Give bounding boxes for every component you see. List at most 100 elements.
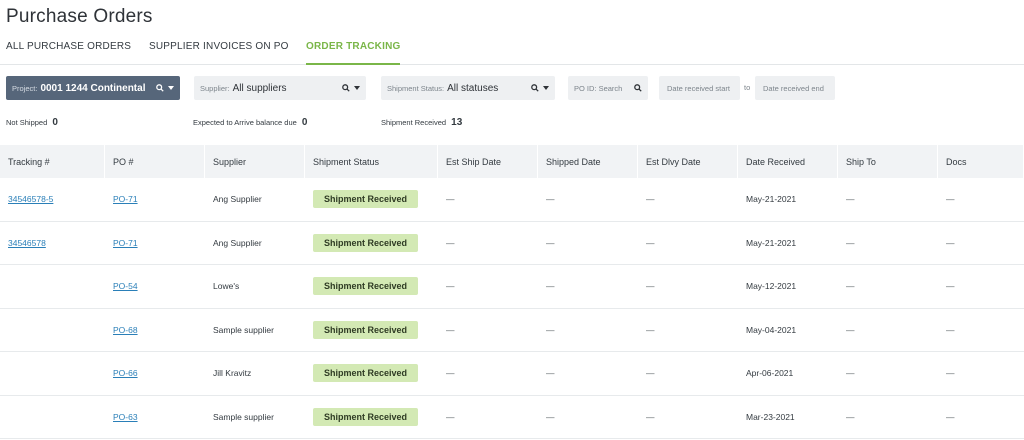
docs-cell: — (946, 281, 955, 292)
column-header-date-received[interactable]: Date Received (738, 145, 838, 178)
column-header-tracking[interactable]: Tracking # (0, 145, 105, 178)
search-icon[interactable] (342, 84, 350, 92)
table-row[interactable]: PO-54 Lowe's Shipment Received — — — May… (0, 265, 1024, 309)
tracking-number-link[interactable]: 34546578 (8, 238, 46, 248)
shipment-status-badge[interactable]: Shipment Received (313, 320, 419, 339)
date-received-cell: May-21-2021 (746, 194, 797, 205)
caret-down-icon[interactable] (168, 86, 174, 90)
tab-order-tracking[interactable]: ORDER TRACKING (306, 41, 401, 65)
po-number-link[interactable]: PO-54 (113, 281, 138, 291)
est-dlvy-date-cell: — (646, 411, 655, 422)
table-row[interactable]: 34546578-5 PO-71 Ang Supplier Shipment R… (0, 178, 1024, 222)
summary-received-label: Shipment Received (381, 118, 447, 127)
page-title: Purchase Orders (6, 6, 153, 27)
tab-supplier-invoices-on-po[interactable]: SUPPLIER INVOICES ON PO (149, 41, 289, 65)
po-number-link[interactable]: PO-66 (113, 368, 138, 378)
supplier-cell: Jill Kravitz (213, 368, 252, 379)
est-ship-date-cell: — (446, 368, 455, 379)
shipped-date-cell: — (546, 194, 555, 205)
date-received-start-input[interactable]: Date received start (659, 76, 740, 100)
est-ship-date-cell: — (446, 324, 455, 335)
docs-cell: — (946, 237, 955, 248)
shipment-status-badge[interactable]: Shipment Received (313, 233, 419, 252)
search-icon[interactable] (531, 84, 539, 92)
supplier-cell: Sample supplier (213, 411, 274, 422)
po-number-link[interactable]: PO-71 (113, 194, 138, 204)
date-received-cell: May-21-2021 (746, 237, 797, 248)
supplier-filter[interactable]: Supplier: All suppliers (194, 76, 366, 100)
column-header-shipment-status[interactable]: Shipment Status (305, 145, 438, 178)
supplier-cell: Ang Supplier (213, 194, 262, 205)
est-dlvy-date-cell: — (646, 237, 655, 248)
date-received-cell: Mar-23-2021 (746, 411, 795, 422)
tab-all-purchase-orders[interactable]: ALL PURCHASE ORDERS (6, 41, 131, 65)
column-header-est-dlvy-date[interactable]: Est Dlvy Date (638, 145, 738, 178)
order-tracking-table: Tracking # PO # Supplier Shipment Status… (0, 145, 1024, 439)
date-received-cell: May-04-2021 (746, 324, 797, 335)
column-header-supplier[interactable]: Supplier (205, 145, 305, 178)
table-row[interactable]: PO-68 Sample supplier Shipment Received … (0, 309, 1024, 352)
supplier-filter-label: Supplier: (200, 83, 230, 93)
column-header-shipped-date[interactable]: Shipped Date (538, 145, 638, 178)
supplier-filter-value: All suppliers (232, 82, 287, 94)
shipped-date-cell: — (546, 324, 555, 335)
summary-expected-label: Expected to Arrive balance due (193, 118, 297, 127)
summary-not-shipped-value: 0 (52, 117, 58, 128)
date-received-end-input[interactable]: Date received end (755, 76, 835, 100)
tracking-number-link[interactable]: 34546578-5 (8, 194, 53, 204)
project-filter[interactable]: Project: 0001 1244 Continental (6, 76, 180, 100)
column-header-ship-to[interactable]: Ship To (838, 145, 938, 178)
shipped-date-cell: — (546, 368, 555, 379)
po-id-search-placeholder: PO ID: Search (574, 83, 623, 93)
caret-down-icon[interactable] (354, 86, 360, 90)
shipment-status-badge[interactable]: Shipment Received (313, 407, 419, 426)
summary-received: Shipment Received 13 (381, 117, 462, 128)
po-number-link[interactable]: PO-71 (113, 238, 138, 248)
est-dlvy-date-cell: — (646, 324, 655, 335)
search-icon[interactable] (156, 84, 164, 92)
po-number-link[interactable]: PO-63 (113, 412, 138, 422)
docs-cell: — (946, 411, 955, 422)
column-header-est-ship-date[interactable]: Est Ship Date (438, 145, 538, 178)
shipment-status-badge[interactable]: Shipment Received (313, 190, 419, 209)
shipment-status-badge[interactable]: Shipment Received (313, 277, 419, 296)
project-filter-label: Project: (12, 83, 38, 93)
table-row[interactable]: 34546578 PO-71 Ang Supplier Shipment Rec… (0, 222, 1024, 265)
ship-to-cell: — (846, 281, 855, 292)
table-row[interactable]: PO-63 Sample supplier Shipment Received … (0, 396, 1024, 439)
date-range-to-label: to (744, 83, 751, 92)
shipment-status-filter-label: Shipment Status: (387, 83, 445, 93)
summary-not-shipped: Not Shipped 0 (6, 117, 58, 128)
po-id-search-input[interactable]: PO ID: Search (568, 76, 648, 100)
shipped-date-cell: — (546, 411, 555, 422)
est-dlvy-date-cell: — (646, 368, 655, 379)
shipped-date-cell: — (546, 237, 555, 248)
ship-to-cell: — (846, 237, 855, 248)
shipment-status-filter[interactable]: Shipment Status: All statuses (381, 76, 555, 100)
filter-bar: Project: 0001 1244 Continental Supplier:… (0, 76, 1024, 100)
ship-to-cell: — (846, 194, 855, 205)
est-dlvy-date-cell: — (646, 281, 655, 292)
est-dlvy-date-cell: — (646, 194, 655, 205)
ship-to-cell: — (846, 324, 855, 335)
shipped-date-cell: — (546, 281, 555, 292)
ship-to-cell: — (846, 368, 855, 379)
supplier-cell: Sample supplier (213, 324, 274, 335)
est-ship-date-cell: — (446, 281, 455, 292)
column-header-po[interactable]: PO # (105, 145, 205, 178)
column-header-docs[interactable]: Docs (938, 145, 1024, 178)
shipment-status-badge[interactable]: Shipment Received (313, 364, 419, 383)
supplier-cell: Ang Supplier (213, 237, 262, 248)
tab-bar: ALL PURCHASE ORDERS SUPPLIER INVOICES ON… (0, 40, 1024, 65)
table-row[interactable]: PO-66 Jill Kravitz Shipment Received — —… (0, 352, 1024, 396)
caret-down-icon[interactable] (543, 86, 549, 90)
po-number-link[interactable]: PO-68 (113, 325, 138, 335)
est-ship-date-cell: — (446, 411, 455, 422)
summary-received-value: 13 (451, 117, 463, 128)
date-received-cell: May-12-2021 (746, 281, 797, 292)
docs-cell: — (946, 194, 955, 205)
shipment-status-filter-value: All statuses (447, 82, 499, 94)
search-icon[interactable] (634, 84, 642, 92)
docs-cell: — (946, 324, 955, 335)
est-ship-date-cell: — (446, 237, 455, 248)
